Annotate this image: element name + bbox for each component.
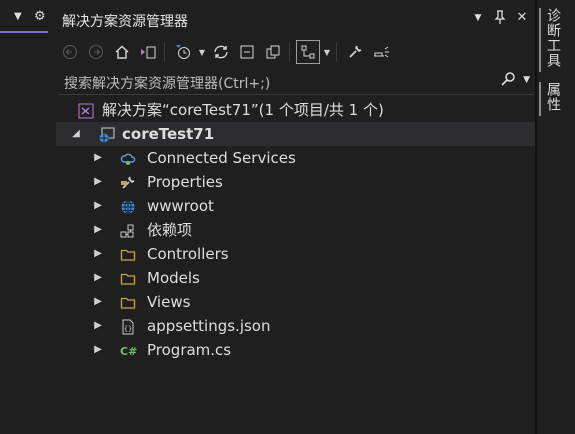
panel-title: 解决方案资源管理器	[62, 14, 188, 30]
tree-item-label: Properties	[147, 173, 223, 191]
collapse-all-button[interactable]	[235, 40, 259, 64]
search-input[interactable]: 搜索解决方案资源管理器(Ctrl+;)	[64, 73, 270, 93]
tree-item-label: Models	[147, 269, 200, 287]
panel-dropdown-icon[interactable]: ▼	[14, 11, 22, 22]
expand-arrow-icon[interactable]: ▶	[92, 194, 104, 218]
expand-arrow-icon[interactable]: ▶	[92, 218, 104, 242]
tree-item[interactable]: ▶ Controllers	[56, 242, 536, 266]
explorer-toolbar: ▼ ▼	[56, 36, 536, 68]
tree-item-label: Program.cs	[147, 341, 232, 359]
home-button[interactable]	[110, 40, 134, 64]
expand-arrow-icon[interactable]: ▶	[92, 290, 104, 314]
project-label: coreTest71	[122, 125, 215, 143]
connected-services-icon	[120, 150, 136, 166]
expand-arrow-icon[interactable]: ▶	[92, 170, 104, 194]
left-tool-panel: ▼ ⚙	[0, 0, 48, 434]
left-panel-header: ▼ ⚙	[0, 8, 48, 32]
solution-explorer: 解决方案资源管理器 ▼ ✕ ▼ ▼ 搜索解决方案资源管理器(Ctrl+;) ▼ …	[56, 0, 536, 434]
tree-item-label: Controllers	[147, 245, 229, 263]
solution-explorer-titlebar: 解决方案资源管理器 ▼ ✕	[56, 8, 536, 32]
tree-item[interactable]: ▶ Views	[56, 290, 536, 314]
tree-item-label: wwwroot	[147, 197, 214, 215]
properties-button[interactable]	[343, 40, 367, 64]
forward-button[interactable]	[84, 40, 108, 64]
tree-item[interactable]: ▶ {} appsettings.json	[56, 314, 536, 338]
search-options-dropdown-icon[interactable]: ▼	[523, 75, 530, 85]
project-node[interactable]: ◢ coreTest71	[56, 122, 536, 146]
tree-item[interactable]: ▶ wwwroot	[56, 194, 536, 218]
search-box[interactable]: 搜索解决方案资源管理器(Ctrl+;) ▼	[58, 70, 534, 95]
wrench-icon	[120, 174, 136, 190]
toolbar-separator	[289, 42, 290, 62]
solution-node[interactable]: 解决方案“coreTest71”(1 个项目/共 1 个)	[56, 98, 536, 122]
tab-properties[interactable]: 属性	[545, 82, 563, 112]
filter-dropdown-icon[interactable]: ▼	[197, 40, 207, 64]
preview-dropdown-icon[interactable]: ▼	[322, 40, 332, 64]
tree-item-label: 依赖项	[147, 221, 193, 239]
folder-icon	[120, 270, 136, 286]
tree-item[interactable]: ▶ Properties	[56, 170, 536, 194]
tab-diagnostic-tools[interactable]: 诊断工具	[545, 8, 563, 68]
search-icon[interactable]	[500, 71, 516, 91]
tree-item-label: appsettings.json	[147, 317, 271, 335]
show-all-files-button[interactable]	[261, 40, 285, 64]
solution-label: 解决方案“coreTest71”(1 个项目/共 1 个)	[102, 101, 384, 119]
svg-text:{}: {}	[124, 325, 132, 333]
preview-button[interactable]	[369, 40, 393, 64]
tree-item-label: Connected Services	[147, 149, 296, 167]
solution-icon	[78, 102, 94, 119]
collapse-arrow-icon[interactable]: ◢	[70, 122, 82, 146]
toolbar-separator	[164, 42, 165, 62]
back-button[interactable]	[58, 40, 82, 64]
svg-text:C#: C#	[120, 345, 137, 358]
window-position-dropdown-icon[interactable]: ▼	[470, 10, 486, 28]
dependencies-icon	[120, 222, 136, 238]
expand-arrow-icon[interactable]: ▶	[92, 242, 104, 266]
toolbar-separator	[336, 42, 337, 62]
expand-arrow-icon[interactable]: ▶	[92, 338, 104, 362]
tree-item-label: Views	[147, 293, 191, 311]
folder-icon	[120, 246, 136, 262]
folder-icon	[120, 294, 136, 310]
json-file-icon: {}	[120, 318, 136, 335]
tree-item[interactable]: ▶ Models	[56, 266, 536, 290]
close-icon[interactable]: ✕	[514, 10, 530, 28]
web-project-icon	[98, 126, 115, 143]
expand-arrow-icon[interactable]: ▶	[92, 146, 104, 170]
tree-item[interactable]: ▶ Connected Services	[56, 146, 536, 170]
side-tool-tabs: 诊断工具 属性	[537, 0, 575, 434]
tree-item[interactable]: ▶ C# Program.cs	[56, 338, 536, 362]
expand-arrow-icon[interactable]: ▶	[92, 314, 104, 338]
sync-button[interactable]	[209, 40, 233, 64]
tree-item[interactable]: ▶ 依赖项	[56, 218, 536, 242]
active-panel-indicator	[0, 31, 48, 33]
expand-arrow-icon[interactable]: ▶	[92, 266, 104, 290]
pin-icon[interactable]	[492, 10, 508, 28]
csharp-file-icon: C#	[120, 342, 137, 358]
gear-icon[interactable]: ⚙	[34, 9, 46, 24]
solution-tree: 解决方案“coreTest71”(1 个项目/共 1 个) ◢ coreTest…	[56, 98, 536, 362]
switch-views-button[interactable]	[136, 40, 160, 64]
pending-changes-filter-button[interactable]	[171, 40, 195, 64]
preview-selected-button[interactable]	[296, 40, 320, 64]
globe-icon	[120, 198, 136, 214]
